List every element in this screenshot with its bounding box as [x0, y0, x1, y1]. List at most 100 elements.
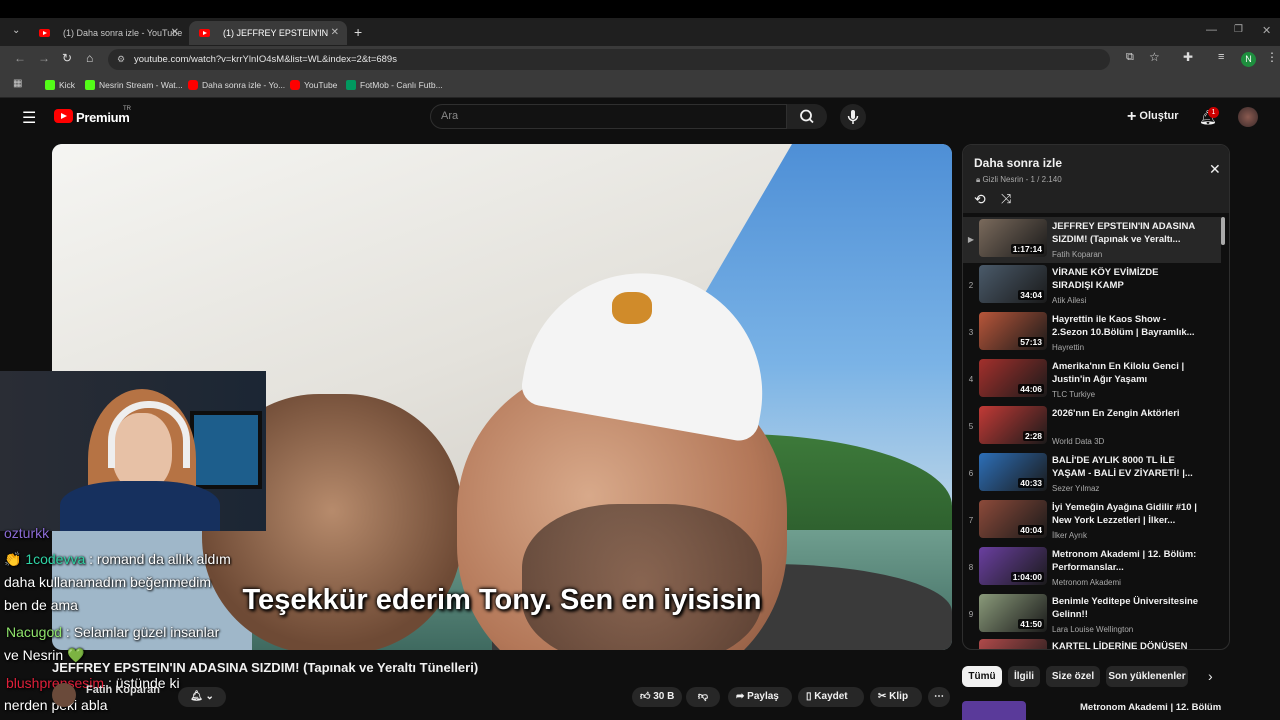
playlist-item-index: 9	[968, 610, 974, 619]
playlist-item-thumbnail: 41:50	[979, 594, 1047, 632]
peek-video-title[interactable]: Metronom Akademi | 12. Bölüm	[1080, 702, 1221, 713]
close-tab-icon[interactable]: ✕	[331, 21, 339, 45]
more-actions-button[interactable]: ⋯	[928, 687, 950, 707]
shuffle-icon[interactable]: ⤨	[1001, 191, 1011, 207]
bookmark-youtube[interactable]: YouTube	[290, 76, 337, 94]
like-button[interactable]: 👍︎ 30 B	[632, 687, 682, 707]
close-playlist-icon[interactable]: ✕	[1209, 161, 1221, 178]
playlist-item-thumbnail: 2:28	[979, 406, 1047, 444]
playlist-item-channel: Atik Ailesi	[1052, 296, 1087, 305]
bookmark-kick[interactable]: Kick	[45, 76, 75, 94]
playlist-item-title: Benimle Yeditepe Üniversitesine Gelinn!!	[1052, 596, 1199, 620]
streamer-webcam	[0, 371, 266, 531]
playlist-item[interactable]: 7 40:04 İyi Yemeğin Ayağına Gidilir #10 | …	[963, 498, 1221, 544]
bookmark-icon: ▯	[806, 691, 812, 702]
playlist-item-title: Amerika'nın En Kilolu Genci | Justin'in …	[1052, 361, 1185, 385]
profile-avatar[interactable]: N	[1241, 52, 1256, 67]
media-icon[interactable]: ≡	[1218, 51, 1224, 63]
tab-current-video[interactable]: (1) JEFFREY EPSTEIN'IN ADASIN ✕	[189, 21, 347, 62]
playlist-item[interactable]: ▶ 1:17:14 JEFFREY EPSTEIN'IN ADASINA SIZDI…	[963, 217, 1221, 263]
apps-grid-icon[interactable]: ▦	[13, 78, 22, 89]
playlist-item[interactable]: 3 57:13 Hayrettin ile Kaos Show - 2.Sezon …	[963, 310, 1221, 356]
save-button[interactable]: ▯ Kaydet	[798, 687, 864, 707]
playlist-item-channel: World Data 3D	[1052, 437, 1105, 446]
new-tab-icon[interactable]: +	[354, 24, 362, 40]
menu-hamburger-icon[interactable]: ☰	[22, 108, 36, 128]
close-tab-icon[interactable]: ✕	[171, 21, 179, 45]
voice-search-button[interactable]	[840, 104, 866, 130]
bookmark-nesrin[interactable]: Nesrin Stream - Wat...	[85, 76, 183, 94]
bookmark-fotmob[interactable]: FotMob - Canlı Futb...	[346, 76, 443, 94]
bookmark-watch-later[interactable]: Daha sonra izle - Yo...	[188, 76, 285, 94]
playlist-item[interactable]: 4 44:06 Amerika'nın En Kilolu Genci | Just…	[963, 357, 1221, 403]
region-code: TR	[123, 106, 131, 112]
video-title: JEFFREY EPSTEIN'IN ADASINA SIZDIM! (Tapı…	[52, 660, 479, 675]
chat-message-line: ben de ama	[4, 597, 78, 613]
playlist-item-index: 4	[968, 375, 974, 384]
playlist-item-thumbnail: 1:04:00	[979, 547, 1047, 585]
home-icon[interactable]: ⌂	[86, 51, 93, 65]
reload-icon[interactable]: ↻	[62, 51, 72, 65]
playlist-item[interactable]: 6 40:33 BALİ'DE AYLIK 8000 TL İLE YAŞAM - …	[963, 451, 1221, 497]
install-app-icon[interactable]: ⧉	[1126, 51, 1134, 64]
share-button[interactable]: ➦ Paylaş	[728, 687, 792, 707]
forward-icon[interactable]: →	[38, 51, 50, 65]
extensions-icon[interactable]: ✚	[1183, 50, 1193, 64]
back-icon[interactable]: ←	[14, 51, 26, 65]
playlist-item-index: 5	[968, 422, 974, 431]
duration-badge: 1:17:14	[1010, 244, 1044, 254]
playlist-item[interactable]: 2 34:04 VİRANE KÖY EVİMİZDE SIRADIŞI KAMP A…	[963, 263, 1221, 309]
chips-next-icon[interactable]: ›	[1208, 668, 1213, 684]
webcam-body	[60, 481, 220, 531]
search-input[interactable]: Ara	[430, 104, 787, 129]
playlist-item[interactable]: 9 41:50 Benimle Yeditepe Üniversitesine Ge…	[963, 592, 1221, 638]
tab-watch-later[interactable]: (1) Daha sonra izle - YouTube ✕	[29, 21, 187, 45]
chip-all[interactable]: Tümü	[962, 666, 1002, 687]
create-button[interactable]: + Oluştur	[1127, 108, 1179, 126]
browser-menu-icon[interactable]: ⋮	[1266, 50, 1278, 64]
playlist-item-channel: Sezer Yılmaz	[1052, 484, 1100, 493]
playlist-item[interactable]: 5 2:28 2026'nın En Zengin Aktörleri World D…	[963, 404, 1221, 450]
site-info-icon[interactable]: ⚙	[117, 49, 125, 70]
search-icon	[800, 109, 814, 124]
playlist-title[interactable]: Daha sonra izle	[974, 156, 1062, 170]
clip-button[interactable]: ✂ Klip	[870, 687, 922, 707]
playlist-item-title: Metronom Akademi | 12. Bölüm: Performans…	[1052, 549, 1197, 573]
peek-thumbnail[interactable]	[962, 701, 1026, 720]
chip-related[interactable]: İlgili	[1008, 666, 1040, 687]
playlist-item-thumbnail: 40:04	[979, 500, 1047, 538]
video-frame-cap-logo	[612, 292, 652, 324]
playlist-item-thumbnail: 57:13	[979, 312, 1047, 350]
microphone-icon	[847, 110, 859, 124]
fotmob-favicon-icon	[346, 80, 356, 90]
playlist-item-title: BALİ'DE AYLIK 8000 TL İLE YAŞAM - BALİ E…	[1052, 455, 1193, 479]
playlist-item-index: 7	[968, 516, 974, 525]
playlist-item-channel: Lara Louise Wellington	[1052, 625, 1134, 634]
playlist-scrollbar[interactable]	[1221, 217, 1225, 245]
dislike-button[interactable]: 👎︎	[686, 687, 720, 707]
playlist-item-index: 2	[968, 281, 974, 290]
restore-icon[interactable]: ❐	[1234, 24, 1243, 35]
loop-icon[interactable]: ⟲	[974, 191, 986, 208]
channel-name[interactable]: Fatih Koparan	[86, 684, 160, 696]
bookmark-star-icon[interactable]: ☆	[1149, 50, 1160, 64]
duration-badge: 1:04:00	[1010, 572, 1044, 582]
plus-icon: +	[1127, 108, 1137, 125]
url-field[interactable]: ⚙ youtube.com/watch?v=krrYlnIO4sM&list=W…	[108, 49, 1110, 70]
playlist-item[interactable]: 8 1:04:00 Metronom Akademi | 12. Bölüm: Pe…	[963, 545, 1221, 591]
video-frame-beard	[522, 504, 762, 650]
tab-search-icon[interactable]: ⌄	[12, 25, 20, 36]
youtube-logo-icon[interactable]	[54, 109, 73, 123]
chip-for-you[interactable]: Size özel	[1046, 666, 1100, 687]
chat-message: 👏 1codevva : romand da allık aldım	[4, 551, 231, 567]
subscribed-button[interactable]: 🔔︎ ⌄	[178, 687, 226, 707]
chip-recent[interactable]: Son yüklenenler	[1106, 666, 1188, 687]
playlist-item[interactable]: KARTEL LİDERİNE DÖNÜŞEN	[963, 637, 1221, 649]
close-window-icon[interactable]: ✕	[1262, 24, 1271, 37]
minimize-icon[interactable]: —	[1206, 24, 1217, 36]
search-button[interactable]	[787, 104, 827, 129]
logo-text[interactable]: Premium	[76, 110, 130, 125]
playlist-item-thumbnail: 34:04	[979, 265, 1047, 303]
account-avatar[interactable]	[1238, 107, 1258, 127]
channel-avatar[interactable]	[52, 683, 76, 707]
